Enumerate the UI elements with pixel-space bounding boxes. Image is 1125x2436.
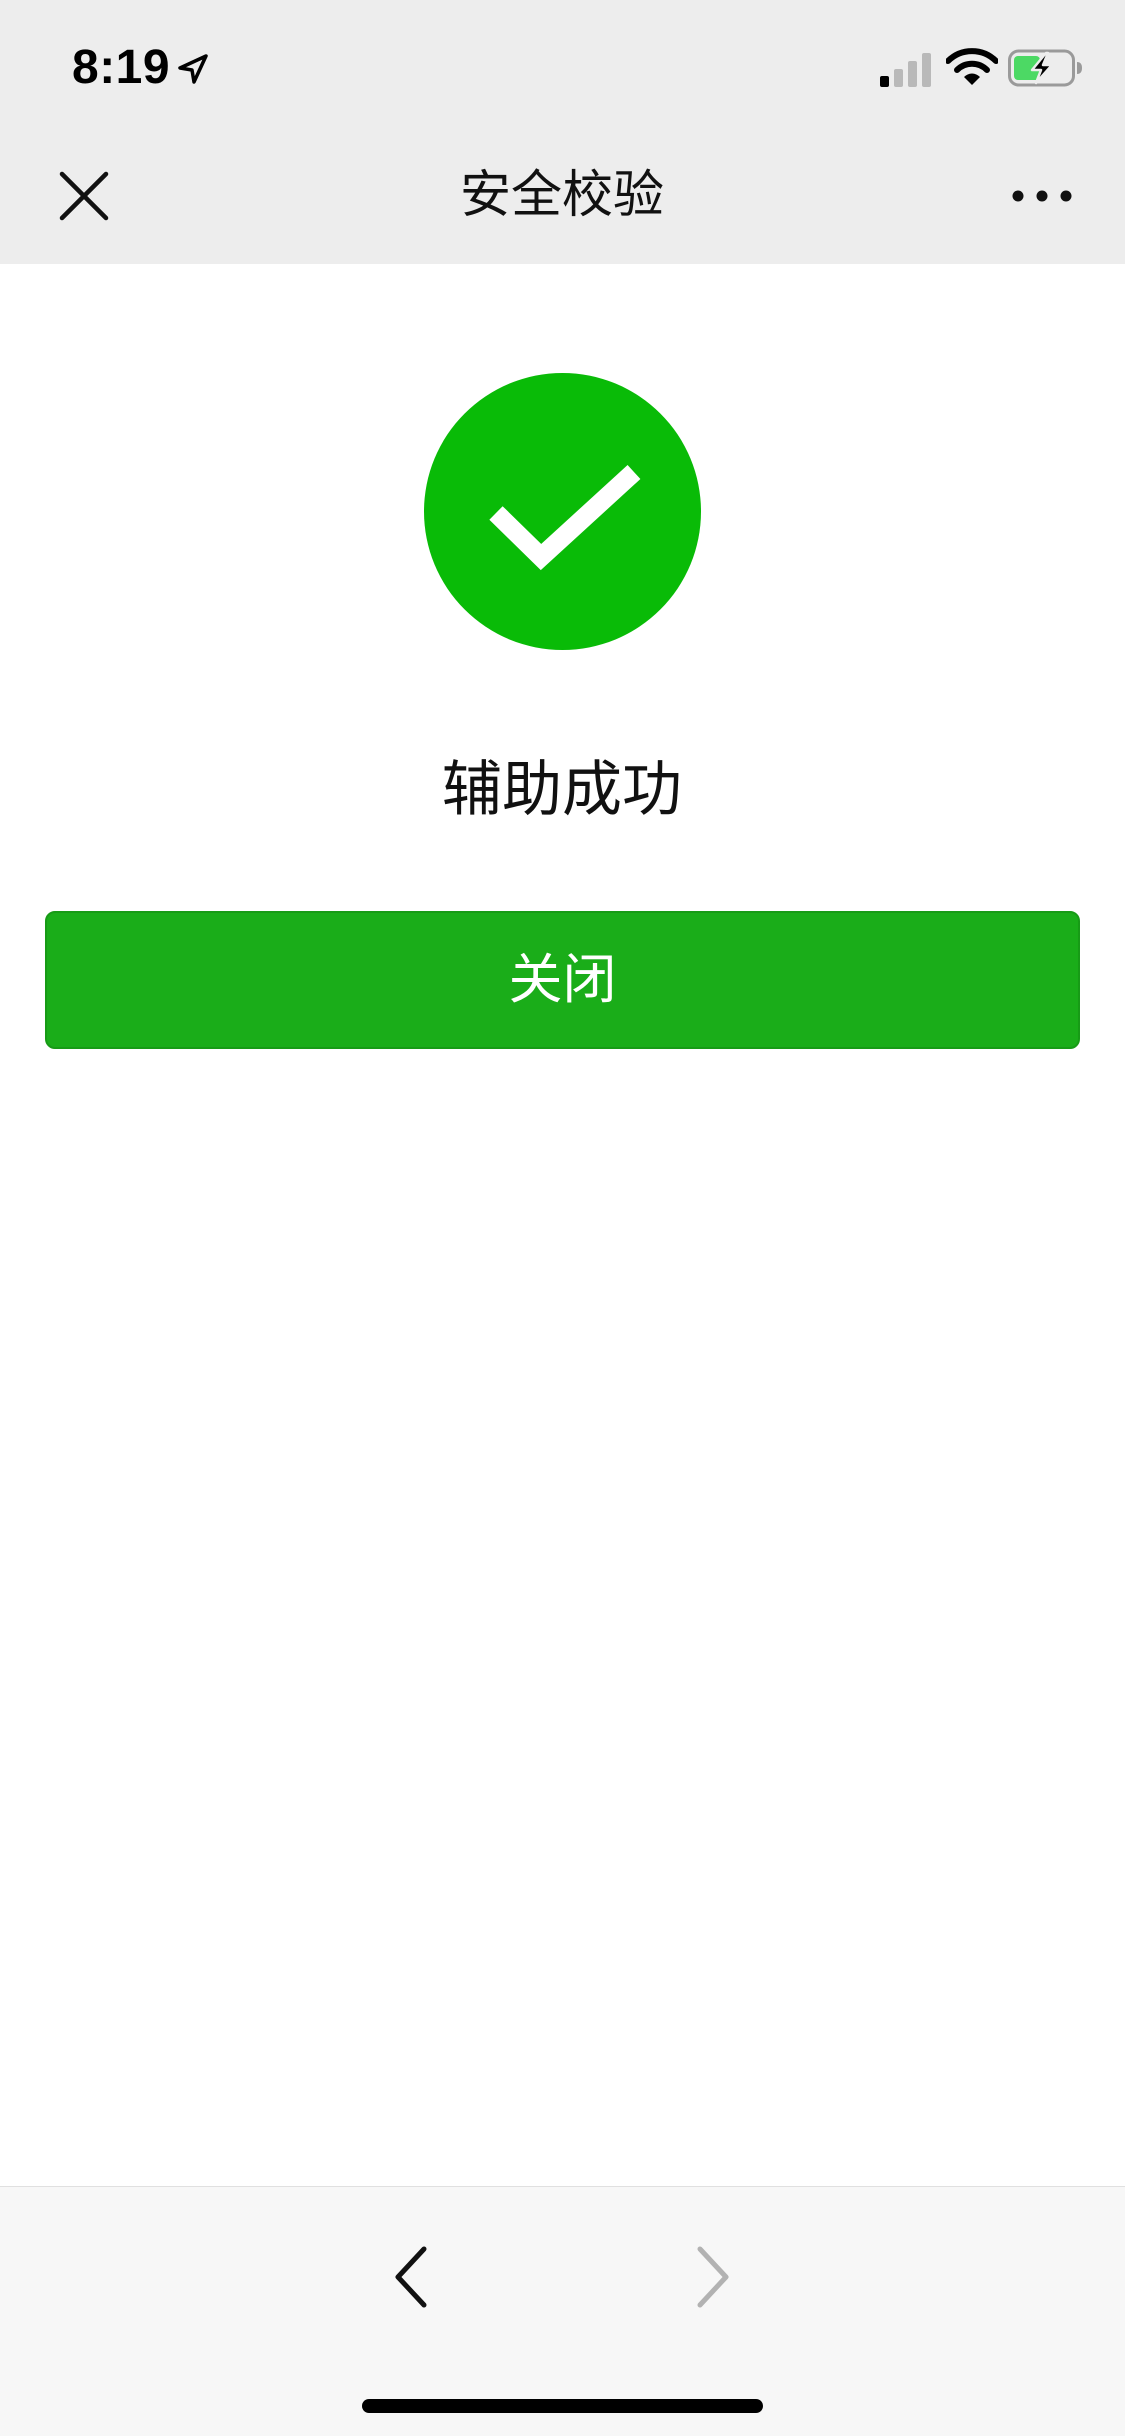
chevron-left-icon[interactable] [380,2237,440,2317]
chevron-right-icon [697,2246,729,2308]
page-title: 安全校验 [459,166,664,225]
status-time: 8:19 [72,41,171,94]
success-check-icon [424,373,701,650]
close-icon[interactable] [56,168,112,224]
result-message: 辅助成功 [442,755,682,825]
location-arrow-icon [178,54,208,84]
close-button[interactable]: 关闭 [45,911,1080,1049]
battery-charging-icon [1008,49,1082,87]
top-header: 8:19 安全校验 [0,0,1125,264]
more-dots-icon[interactable] [1010,180,1074,212]
wifi-icon [946,48,998,85]
cellular-signal-icon [880,53,931,87]
bottom-toolbar [0,2186,1125,2436]
home-indicator[interactable] [362,2399,763,2413]
screen: 8:19 安全校验 辅助成功 关闭 [0,0,1125,2436]
